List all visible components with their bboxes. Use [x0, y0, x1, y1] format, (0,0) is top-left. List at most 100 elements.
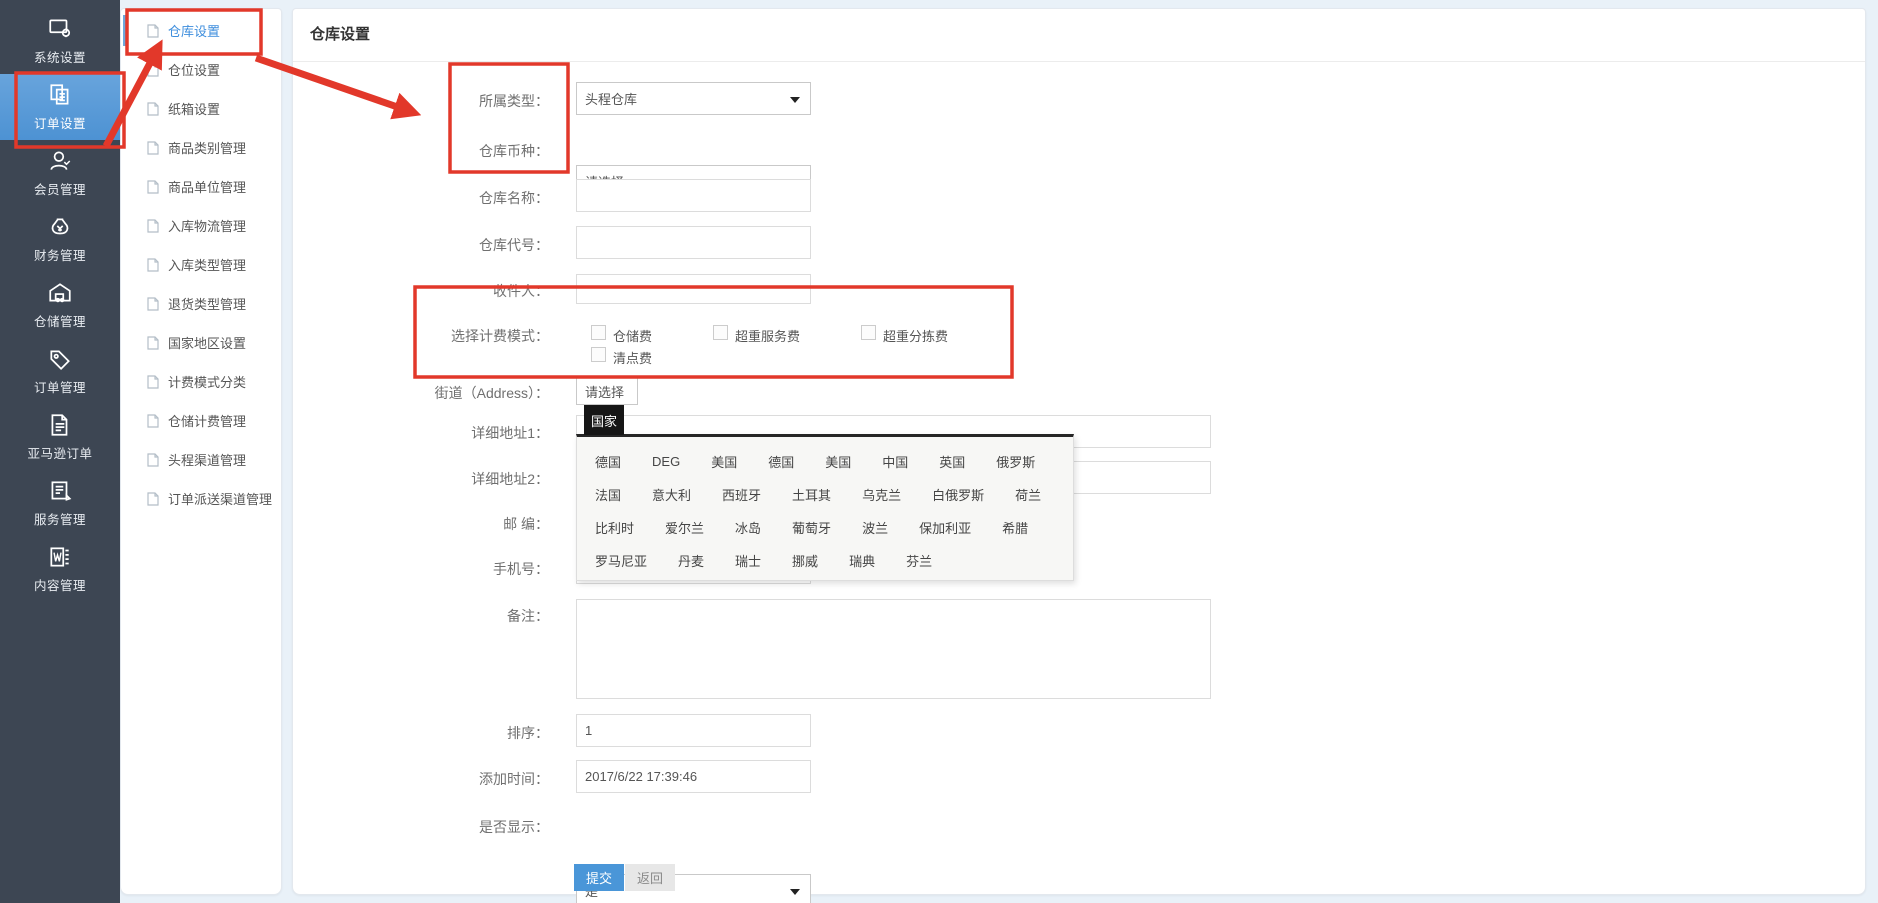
sidebar-item-label: 订单设置 [34, 113, 86, 132]
back-button[interactable]: 返回 [625, 864, 675, 891]
sidebar-item-system-settings[interactable]: 系统设置 [0, 8, 120, 74]
country-link[interactable]: 挪威 [792, 551, 818, 570]
checkbox-overweight-service-fee[interactable] [713, 325, 728, 340]
country-link[interactable]: 比利时 [595, 518, 634, 537]
country-link[interactable]: 白俄罗斯 [932, 485, 984, 504]
sidebar-item-order-settings[interactable]: 订单设置 [0, 74, 120, 140]
file-icon [147, 297, 159, 311]
country-link[interactable]: 丹麦 [678, 551, 704, 570]
sidebar-item-member-management[interactable]: 会员管理 [0, 140, 120, 206]
country-link[interactable]: 保加利亚 [919, 518, 971, 537]
country-link[interactable]: 中国 [882, 452, 908, 471]
chevron-down-icon [790, 97, 800, 103]
main-panel: 仓库设置 所属类型： 头程仓库 仓库币种： 请选择 仓库名称： 仓库代号： 收件… [292, 8, 1866, 895]
type-select[interactable]: 头程仓库 [576, 82, 811, 115]
country-link[interactable]: 罗马尼亚 [595, 551, 647, 570]
system-settings-icon [47, 16, 73, 42]
country-link[interactable]: 芬兰 [906, 551, 932, 570]
file-icon [147, 102, 159, 116]
currency-label: 仓库币种： [293, 141, 549, 161]
country-link[interactable]: 荷兰 [1015, 485, 1041, 504]
country-link[interactable]: 波兰 [862, 518, 888, 537]
file-icon [147, 258, 159, 272]
sidebar-item-service-management[interactable]: 服务管理 [0, 470, 120, 536]
country-link[interactable]: 西班牙 [722, 485, 761, 504]
warehouse-management-icon [47, 280, 73, 306]
primary-sidebar: 系统设置 订单设置 会员管理 财务管理 仓储管理 订单管理 亚马逊订单 [0, 0, 120, 903]
country-link[interactable]: 爱尔兰 [665, 518, 704, 537]
finance-management-icon [47, 214, 73, 240]
service-management-icon [47, 478, 73, 504]
remark-textarea[interactable] [576, 599, 1211, 699]
order-management-icon [47, 346, 73, 372]
recipient-label: 收件人： [293, 281, 549, 301]
checkbox-storage-fee[interactable] [591, 325, 606, 340]
menu-item-first-leg-channel[interactable]: 头程渠道管理 [121, 440, 281, 479]
country-link[interactable]: 意大利 [652, 485, 691, 504]
file-icon [147, 219, 159, 233]
menu-item-product-unit[interactable]: 商品单位管理 [121, 167, 281, 206]
menu-item-product-category[interactable]: 商品类别管理 [121, 128, 281, 167]
menu-item-country-region[interactable]: 国家地区设置 [121, 323, 281, 362]
country-row: 比利时 爱尔兰 冰岛 葡萄牙 波兰 保加利亚 希腊 [595, 511, 1073, 544]
country-link[interactable]: 瑞典 [849, 551, 875, 570]
country-link[interactable]: 葡萄牙 [792, 518, 831, 537]
warehouse-name-input[interactable] [576, 179, 811, 212]
remark-label: 备注： [293, 606, 549, 626]
submit-button[interactable]: 提交 [574, 864, 624, 891]
country-link[interactable]: 瑞士 [735, 551, 761, 570]
country-link[interactable]: 德国 [595, 452, 621, 471]
sidebar-item-finance-management[interactable]: 财务管理 [0, 206, 120, 272]
checkbox-counting-fee[interactable] [591, 347, 606, 362]
recipient-input[interactable] [576, 274, 811, 304]
country-link[interactable]: 英国 [939, 452, 965, 471]
street-picker-button[interactable]: 请选择 [576, 377, 638, 405]
sidebar-item-warehouse-management[interactable]: 仓储管理 [0, 272, 120, 338]
street-label: 街道（Address）： [293, 383, 549, 403]
menu-item-storage-billing[interactable]: 仓储计费管理 [121, 401, 281, 440]
name-label: 仓库名称： [293, 188, 549, 208]
menu-item-return-type[interactable]: 退货类型管理 [121, 284, 281, 323]
menu-item-carton-settings[interactable]: 纸箱设置 [121, 89, 281, 128]
country-link[interactable]: 俄罗斯 [996, 452, 1035, 471]
sidebar-item-order-management[interactable]: 订单管理 [0, 338, 120, 404]
file-icon [147, 180, 159, 194]
menu-item-bin-settings[interactable]: 仓位设置 [121, 50, 281, 89]
secondary-menu: 仓库设置 仓位设置 纸箱设置 商品类别管理 商品单位管理 入库物流管理 入库类型… [120, 8, 282, 895]
sort-label: 排序： [293, 723, 549, 743]
country-link[interactable]: 德国 [768, 452, 794, 471]
file-icon [147, 336, 159, 350]
country-link[interactable]: 冰岛 [735, 518, 761, 537]
country-tab[interactable]: 国家 [584, 405, 624, 435]
country-link[interactable]: 希腊 [1002, 518, 1028, 537]
sidebar-item-content-management[interactable]: 内容管理 [0, 536, 120, 602]
code-label: 仓库代号： [293, 235, 549, 255]
country-row: 罗马尼亚 丹麦 瑞士 挪威 瑞典 芬兰 [595, 544, 1073, 577]
file-icon [147, 375, 159, 389]
sidebar-item-label: 订单管理 [34, 377, 86, 396]
country-link[interactable]: 美国 [711, 452, 737, 471]
menu-item-billing-mode-category[interactable]: 计费模式分类 [121, 362, 281, 401]
sort-input[interactable] [576, 714, 811, 747]
amazon-orders-icon [47, 412, 73, 438]
menu-item-inbound-type[interactable]: 入库类型管理 [121, 245, 281, 284]
sidebar-item-label: 财务管理 [34, 245, 86, 264]
page-title: 仓库设置 [310, 23, 370, 44]
sidebar-item-amazon-orders[interactable]: 亚马逊订单 [0, 404, 120, 470]
menu-item-order-delivery-channel[interactable]: 订单派送渠道管理 [121, 479, 281, 518]
menu-item-warehouse-settings[interactable]: 仓库设置 [121, 11, 281, 50]
mobile-label: 手机号： [293, 559, 549, 579]
file-icon [147, 453, 159, 467]
country-link[interactable]: 法国 [595, 485, 621, 504]
added-time-input[interactable] [576, 760, 811, 793]
warehouse-code-input[interactable] [576, 226, 811, 259]
country-link[interactable]: DEG [652, 454, 680, 469]
country-link[interactable]: 美国 [825, 452, 851, 471]
country-picker-panel: 德国 DEG 美国 德国 美国 中国 英国 俄罗斯 法国 意大利 西班牙 土耳其… [576, 434, 1074, 581]
country-link[interactable]: 土耳其 [792, 485, 831, 504]
country-link[interactable]: 乌克兰 [862, 485, 901, 504]
menu-item-inbound-logistics[interactable]: 入库物流管理 [121, 206, 281, 245]
checkbox-overweight-sorting-fee[interactable] [861, 325, 876, 340]
added-time-label: 添加时间： [293, 769, 549, 789]
sidebar-item-label: 仓储管理 [34, 311, 86, 330]
